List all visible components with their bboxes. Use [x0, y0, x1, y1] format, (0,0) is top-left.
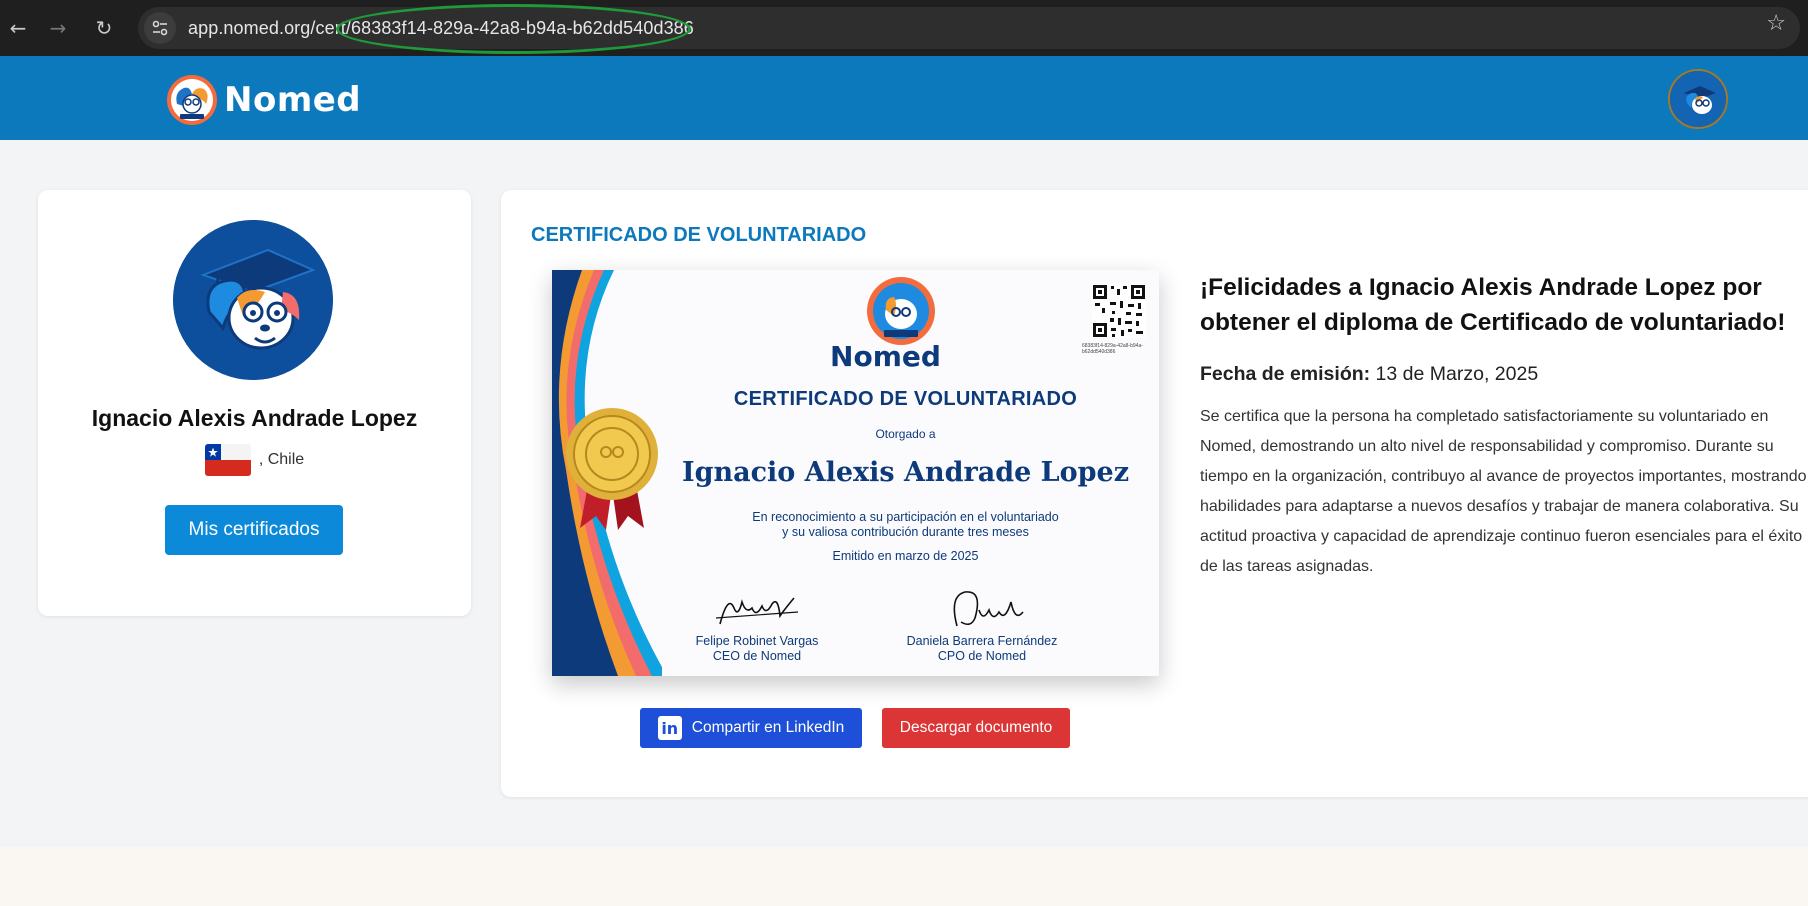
page-footer: [0, 847, 1808, 906]
profile-avatar: [173, 220, 333, 380]
site-settings-icon[interactable]: [144, 12, 176, 44]
issue-date-label: Fecha de emisión:: [1200, 363, 1371, 385]
certificate-brand: Nomed: [830, 340, 941, 373]
mis-certificados-button[interactable]: Mis certificados: [165, 505, 343, 555]
desc-line-2: y su valiosa contribución durante tres m…: [782, 525, 1029, 539]
user-avatar[interactable]: [1668, 69, 1728, 129]
location-text: , Chile: [258, 451, 305, 468]
url-highlight-annotation: [336, 4, 691, 54]
brand-name: Nomed: [224, 80, 362, 120]
signer-ceo-name: Felipe Robinet Vargas: [695, 634, 819, 648]
forward-arrow-icon[interactable]: →: [42, 12, 74, 44]
signature-ceo: [715, 597, 799, 625]
back-arrow-icon[interactable]: ←: [2, 12, 34, 44]
recipient-name: Ignacio Alexis Andrade Lopez: [681, 457, 1130, 488]
star-icon[interactable]: ☆: [1766, 11, 1786, 36]
dog-mascot-icon: [167, 75, 217, 125]
download-document-button[interactable]: Descargar documento: [882, 708, 1070, 748]
certificate-logo-icon: [867, 277, 935, 345]
certificate-panel: CERTIFICADO DE VOLUNTARIADO Nomed 68383f…: [501, 190, 1808, 797]
congrats-heading: ¡Felicidades a Ignacio Alexis Andrade Lo…: [1200, 274, 1786, 336]
issue-date-value: 13 de Marzo, 2025: [1370, 363, 1539, 385]
certificate-image: Nomed 68383f14-829a-42a8-b94a-b62dd540d3…: [552, 270, 1159, 676]
share-linkedin-label: Compartir en LinkedIn: [691, 719, 845, 736]
signature-block-cpo: Daniela Barrera Fernández CPO de Nomed: [892, 588, 1072, 664]
qr-code-icon[interactable]: [1092, 284, 1146, 338]
signer-ceo-role: CEO de Nomed: [712, 649, 802, 663]
browser-toolbar: ← → ↻ app.nomed.org/cert/68383f14-829a-4…: [0, 0, 1808, 56]
profile-card: Ignacio Alexis Andrade Lopez , Chile Mis…: [38, 190, 471, 616]
gold-seal-icon: [566, 408, 658, 530]
certificate-summary: Se certifica que la persona ha completad…: [1200, 408, 1807, 575]
desc-line-1: En reconocimiento a su participación en …: [752, 510, 1059, 524]
certificate-heading: CERTIFICADO DE VOLUNTARIADO: [733, 388, 1078, 410]
nomed-logo[interactable]: Nomed: [166, 74, 361, 126]
reload-icon[interactable]: ↻: [88, 12, 120, 44]
profile-location: , Chile: [38, 444, 471, 476]
app-header: Nomed: [0, 56, 1808, 140]
profile-name: Ignacio Alexis Andrade Lopez: [91, 405, 418, 431]
qr-id-text: 68383f14-829a-42a8-b94a-b62dd540d386: [1082, 343, 1143, 355]
otorgado-label: Otorgado a: [875, 427, 936, 441]
signer-cpo-role: CPO de Nomed: [937, 649, 1027, 663]
issue-date: Fecha de emisión: 13 de Marzo, 2025: [1200, 363, 1538, 386]
emitido-text: Emitido en marzo de 2025: [832, 549, 979, 563]
signer-cpo-name: Daniela Barrera Fernández: [906, 634, 1058, 648]
signature-cpo: [953, 591, 1024, 627]
dog-graduate-icon: [173, 220, 333, 380]
linkedin-icon: in: [657, 716, 682, 740]
section-title: CERTIFICADO DE VOLUNTARIADO: [531, 224, 867, 246]
share-linkedin-button[interactable]: in Compartir en LinkedIn: [640, 708, 862, 748]
signature-block-ceo: Felipe Robinet Vargas CEO de Nomed: [667, 588, 847, 664]
certificate-description: En reconocimiento a su participación en …: [692, 510, 1119, 540]
dog-avatar-icon: [1670, 71, 1726, 127]
chile-flag-icon: [204, 444, 251, 476]
